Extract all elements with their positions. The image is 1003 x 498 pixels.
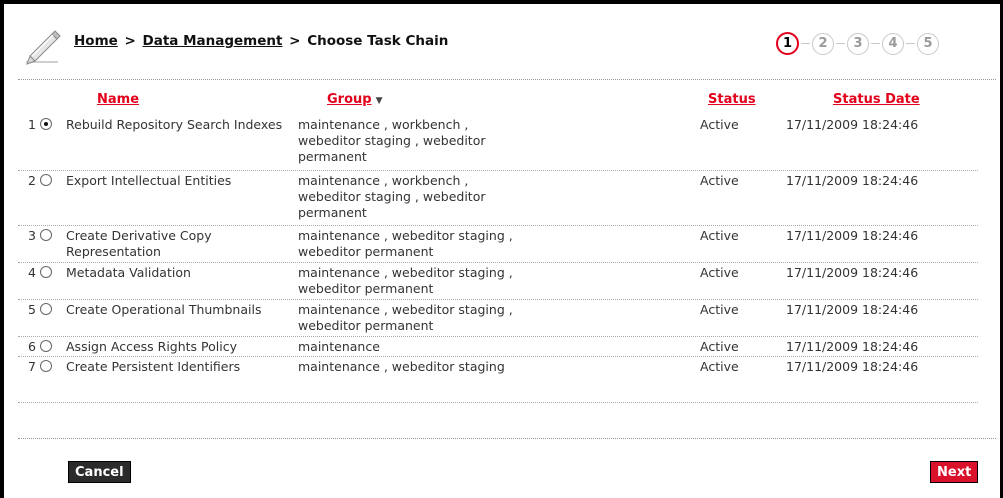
task-chain-name: Create Persistent Identifiers: [66, 359, 241, 374]
task-chain-radio[interactable]: [40, 303, 52, 315]
task-chain-status-date: 17/11/2009 18:24:46: [786, 302, 919, 317]
table-row[interactable]: 7 Create Persistent Identifiers maintenanc…: [18, 356, 978, 403]
task-chain-status-date: 17/11/2009 18:24:46: [786, 359, 919, 374]
row-number: 4: [28, 265, 36, 280]
pencil-icon: [26, 30, 61, 65]
task-chain-name: Assign Access Rights Policy: [66, 339, 238, 354]
table-row[interactable]: 2 Export Intellectual Entities maintenance…: [18, 170, 978, 226]
footer-divider: [18, 438, 996, 439]
task-chain-status: Active: [700, 173, 739, 188]
column-header-group[interactable]: Group ▼: [327, 92, 383, 107]
column-header-status[interactable]: Status: [708, 92, 756, 107]
task-chain-group: maintenance , webeditor staging , webedi…: [298, 302, 513, 333]
table-row[interactable]: 3 Create Derivative Copy Representation ma…: [18, 225, 978, 263]
column-header-group-label: Group: [327, 92, 372, 107]
breadcrumb: Home > Data Management > Choose Task Cha…: [74, 33, 448, 49]
step-4: 4: [882, 32, 904, 55]
step-indicator: 1 2 3 4 5: [776, 32, 939, 55]
breadcrumb-separator: >: [124, 33, 136, 49]
task-chain-radio[interactable]: [40, 266, 52, 278]
task-chain-name: Export Intellectual Entities: [66, 173, 232, 188]
task-chain-radio[interactable]: [40, 340, 52, 352]
task-chain-status-date: 17/11/2009 18:24:46: [786, 228, 919, 243]
step-connector: [906, 43, 915, 44]
step-connector: [801, 43, 810, 44]
task-chain-radio[interactable]: [40, 360, 52, 372]
table-row[interactable]: 5 Create Operational Thumbnails maintenanc…: [18, 299, 978, 337]
column-header-status-date[interactable]: Status Date: [833, 92, 920, 107]
task-chain-status: Active: [700, 265, 739, 280]
step-1: 1: [776, 32, 799, 55]
cancel-button[interactable]: Cancel: [68, 461, 131, 483]
breadcrumb-data-management-link[interactable]: Data Management: [143, 33, 283, 49]
column-header-name[interactable]: Name: [97, 92, 139, 107]
step-connector: [836, 43, 845, 44]
sort-desc-icon: ▼: [375, 96, 383, 106]
breadcrumb-home-link[interactable]: Home: [74, 33, 118, 49]
task-chain-status-date: 17/11/2009 18:24:46: [786, 117, 919, 132]
task-chain-status: Active: [700, 228, 739, 243]
task-chain-name: Rebuild Repository Search Indexes: [66, 117, 283, 132]
task-chain-status: Active: [700, 117, 739, 132]
task-chain-group: maintenance , webeditor staging , webedi…: [298, 228, 513, 259]
table-row[interactable]: 6 Assign Access Rights Policy maintenance A…: [18, 336, 978, 357]
step-3: 3: [847, 32, 869, 55]
table-row[interactable]: 1 Rebuild Repository Search Indexes mainte…: [18, 114, 978, 171]
task-chain-radio[interactable]: [40, 174, 52, 186]
row-number: 6: [28, 339, 36, 354]
breadcrumb-current: Choose Task Chain: [307, 33, 449, 49]
task-chain-status-date: 17/11/2009 18:24:46: [786, 339, 919, 354]
step-connector: [871, 43, 880, 44]
row-number: 2: [28, 173, 36, 188]
task-chain-name: Create Operational Thumbnails: [66, 302, 262, 317]
task-chain-status-date: 17/11/2009 18:24:46: [786, 265, 919, 280]
table-row[interactable]: 4 Metadata Validation maintenance , webedi…: [18, 262, 978, 300]
row-number: 5: [28, 302, 36, 317]
step-5: 5: [917, 32, 939, 55]
task-chain-group: maintenance , workbench , webeditor stag…: [298, 117, 486, 164]
task-chain-group: maintenance , webeditor staging , webedi…: [298, 265, 513, 296]
step-2: 2: [812, 32, 834, 55]
row-number: 1: [28, 117, 36, 132]
task-chain-status: Active: [700, 359, 739, 374]
next-button[interactable]: Next: [930, 461, 979, 483]
task-chain-status: Active: [700, 302, 739, 317]
header-divider: [18, 79, 996, 80]
task-chain-group: maintenance , webeditor staging: [298, 359, 505, 374]
task-chain-radio[interactable]: [40, 118, 52, 130]
task-chain-name: Metadata Validation: [66, 265, 191, 280]
task-chain-name: Create Derivative Copy Representation: [66, 228, 212, 259]
row-number: 3: [28, 228, 36, 243]
row-number: 7: [28, 359, 36, 374]
task-chain-status-date: 17/11/2009 18:24:46: [786, 173, 919, 188]
task-chain-group: maintenance , workbench , webeditor stag…: [298, 173, 486, 220]
breadcrumb-separator: >: [289, 33, 301, 49]
task-chain-radio[interactable]: [40, 229, 52, 241]
task-chain-group: maintenance: [298, 339, 380, 354]
task-chain-status: Active: [700, 339, 739, 354]
